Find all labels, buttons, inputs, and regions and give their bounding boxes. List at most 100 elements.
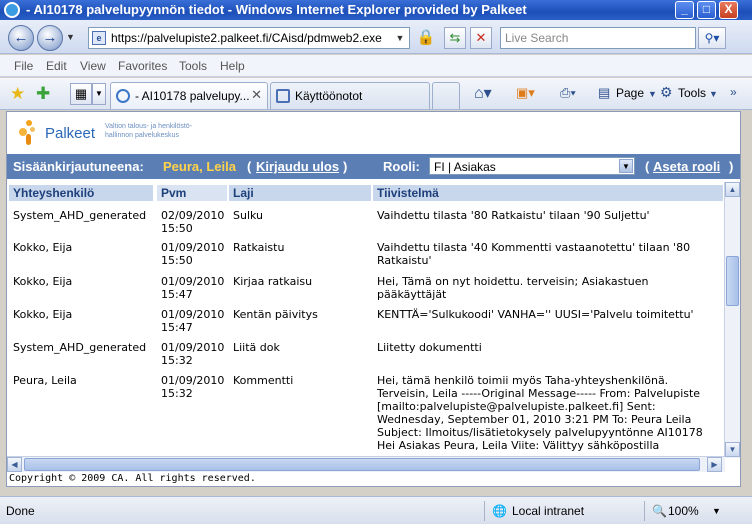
intranet-globe-icon: 🌐 [492, 504, 507, 518]
cell-date: 01/09/2010 15:32 [161, 341, 225, 367]
menu-view[interactable]: View [80, 59, 106, 73]
quick-tabs-button[interactable]: ▦ [70, 83, 92, 105]
lock-icon[interactable]: 🔒 [416, 28, 436, 48]
cell-summary: Vaihdettu tilasta '80 Ratkaistu' tilaan … [377, 209, 650, 222]
page-dropdown-icon[interactable]: ▼ [648, 89, 657, 99]
cell-type: Kentän päivitys [233, 308, 318, 321]
address-dropdown-icon[interactable]: ▼ [393, 30, 407, 46]
zoom-level[interactable]: 100% [668, 504, 699, 518]
cell-type: Liitä dok [233, 341, 280, 354]
cell-type: Kirjaa ratkaisu [233, 275, 313, 288]
tab-active[interactable]: - AI10178 palvelupy... ✕ [110, 82, 268, 109]
horizontal-scroll-thumb[interactable] [24, 458, 700, 471]
cell-contact: Kokko, Eija [13, 308, 73, 321]
forward-arrow-icon: → [42, 29, 58, 46]
window-title: - AI10178 palvelupyynnön tiedot - Window… [26, 2, 527, 17]
horizontal-scrollbar[interactable]: ◀ ▶ [7, 456, 725, 472]
stop-icon: ✕ [475, 30, 487, 45]
address-bar[interactable]: e https://palvelupiste2.palkeet.fi/CAisd… [88, 27, 410, 49]
tools-dropdown-icon[interactable]: ▼ [709, 89, 718, 99]
menu-bar: File Edit View Favorites Tools Help [0, 55, 752, 77]
address-url[interactable]: https://palvelupiste2.palkeet.fi/CAisd/p… [111, 31, 382, 45]
tools-menu-button[interactable]: Tools [678, 86, 706, 100]
activity-log-table: Yhteyshenkilö Pvm Laji Tiivistelmä Syste… [7, 182, 725, 458]
user-bar: Sisäänkirjautuneena: Peura, Leila ( Kirj… [7, 154, 740, 179]
cell-date: 01/09/2010 15:32 [161, 374, 225, 400]
column-header-summary[interactable]: Tiivistelmä [373, 185, 723, 201]
forward-button[interactable]: → [37, 25, 63, 51]
tab-kayttoonotot[interactable]: Käyttöönotot [270, 82, 430, 109]
close-window-button[interactable]: X [719, 1, 738, 19]
column-header-date[interactable]: Pvm [157, 185, 227, 201]
column-header-contact[interactable]: Yhteyshenkilö [9, 185, 153, 201]
cell-contact: System_AHD_generated [13, 341, 147, 354]
scroll-down-icon[interactable]: ▼ [725, 442, 740, 457]
vertical-scrollbar[interactable]: ▲ ▼ [724, 182, 740, 458]
cell-summary: Hei, tämä henkilö toimii myös Taha-yhtey… [377, 374, 703, 452]
column-header-type[interactable]: Laji [229, 185, 371, 201]
cell-summary: Hei, Tämä on nyt hoidettu. terveisin; As… [377, 275, 649, 301]
cell-contact: Kokko, Eija [13, 241, 73, 254]
page-favicon-icon: e [92, 31, 106, 45]
cell-date: 01/09/2010 15:47 [161, 275, 225, 301]
menu-tools[interactable]: Tools [179, 59, 207, 73]
print-icon[interactable]: ⎙▾ [560, 85, 576, 101]
zoom-icon: 🔍 [652, 504, 667, 518]
search-button[interactable]: ⚲▾ [698, 27, 726, 49]
home-icon[interactable]: ⌂▾ [474, 83, 492, 103]
status-bar: Done 🌐 Local intranet 🔍 100% ▼ [0, 496, 752, 524]
zoom-dropdown-icon[interactable]: ▼ [712, 506, 721, 516]
cell-date: 01/09/2010 15:47 [161, 308, 225, 334]
scroll-right-icon[interactable]: ▶ [707, 457, 722, 472]
page-menu-icon[interactable]: ▤ [598, 85, 610, 101]
gear-icon[interactable]: ⚙ [660, 84, 673, 101]
history-dropdown-icon[interactable]: ▼ [66, 32, 75, 42]
set-role-link[interactable]: Aseta rooli [653, 159, 720, 174]
refresh-button[interactable]: ⇆ [444, 27, 466, 49]
add-favorites-icon[interactable]: ✚ [36, 84, 50, 104]
status-divider [644, 501, 645, 521]
user-name: Peura, Leila [163, 159, 236, 174]
close-tab-icon[interactable]: ✕ [251, 87, 262, 103]
logged-in-label: Sisäänkirjautuneena: [13, 159, 144, 174]
menu-favorites[interactable]: Favorites [118, 59, 167, 73]
minimize-button[interactable]: _ [675, 1, 694, 19]
address-toolbar: ← → ▼ e https://palvelupiste2.palkeet.fi… [0, 20, 752, 54]
menu-edit[interactable]: Edit [46, 59, 67, 73]
window-title-bar: - AI10178 palvelupyynnön tiedot - Window… [0, 0, 752, 20]
refresh-icon: ⇆ [449, 30, 461, 45]
role-select-value: FI | Asiakas [434, 160, 496, 174]
logo-name: Palkeet [45, 125, 96, 142]
chevron-down-icon[interactable]: ▼ [619, 159, 633, 173]
back-button[interactable]: ← [8, 25, 34, 51]
scroll-left-icon[interactable]: ◀ [7, 457, 22, 472]
chevron-down-icon: ▼ [95, 89, 103, 98]
vertical-scroll-thumb[interactable] [726, 256, 739, 306]
logo-tagline-line-2: hallinnon palvelukeskus [105, 132, 179, 139]
logout-open-paren: ( [247, 159, 252, 174]
logo-tagline-line-1: Valtion talous- ja henkilöstö- [105, 123, 193, 130]
new-tab-button[interactable] [432, 82, 460, 109]
menu-file[interactable]: File [14, 59, 33, 73]
back-arrow-icon: ← [13, 29, 29, 46]
search-input[interactable]: Live Search [500, 27, 696, 49]
favorites-star-icon[interactable]: ★ [10, 84, 25, 104]
cell-date: 01/09/2010 15:50 [161, 241, 225, 267]
tab-label: - AI10178 palvelupy... [135, 89, 250, 103]
page-menu-button[interactable]: Page [616, 86, 644, 100]
tab-list-dropdown[interactable]: ▼ [92, 83, 106, 105]
security-zone[interactable]: Local intranet [512, 504, 584, 518]
role-select[interactable]: FI | Asiakas ▼ [429, 157, 635, 175]
cell-summary: KENTTÄ='Sulkukoodi' VANHA='' UUSI='Palve… [377, 308, 694, 321]
scroll-up-icon[interactable]: ▲ [725, 182, 740, 197]
cell-type: Sulku [233, 209, 264, 222]
stop-button[interactable]: ✕ [470, 27, 492, 49]
logout-link[interactable]: Kirjaudu ulos [256, 159, 339, 174]
maximize-button[interactable]: □ [697, 1, 716, 19]
quick-tabs-icon: ▦ [74, 86, 88, 101]
feeds-icon[interactable]: ▣▾ [516, 85, 535, 101]
toolbar-overflow-icon[interactable]: » [730, 85, 737, 99]
set-role-close-paren: ) [729, 159, 734, 174]
set-role-open-paren: ( [645, 159, 650, 174]
menu-help[interactable]: Help [220, 59, 245, 73]
